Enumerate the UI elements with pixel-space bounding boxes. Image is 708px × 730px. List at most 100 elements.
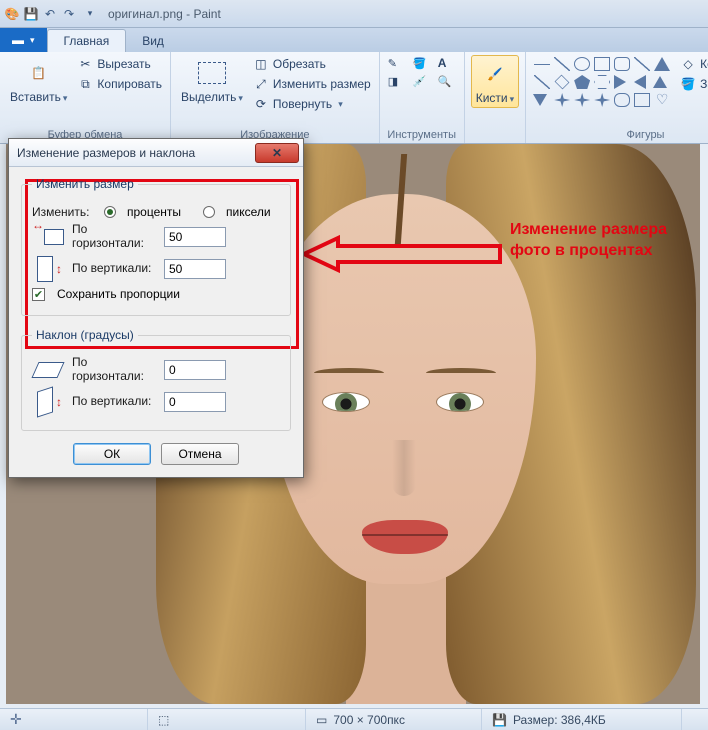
resize-v-input[interactable]: 50 [164,259,226,279]
eraser-tool[interactable]: ◨ [386,74,408,89]
window-title: оригинал.png - Paint [108,7,221,21]
group-label-shapes: Фигуры [532,128,708,142]
shape-rect[interactable] [594,57,610,71]
resize-legend: Изменить размер [32,177,138,191]
picker-tool[interactable]: 💉 [411,74,433,89]
file-tab[interactable]: ▬▾ [0,28,47,52]
dimensions-icon: ▭ [316,713,327,727]
resize-h-input[interactable]: 50 [164,227,226,247]
skew-v-icon: ↕ [32,388,64,416]
paste-icon: 📋 [23,57,55,89]
paste-button[interactable]: 📋 Вставить▾ [6,55,71,106]
shape-star4[interactable] [554,93,570,107]
cut-button[interactable]: ✂Вырезать [75,55,164,73]
dialog-close-button[interactable]: ✕ [255,143,299,163]
resize-icon: ⤢ [253,76,269,92]
qat-more-icon[interactable]: ▾ [82,6,98,22]
keep-ratio-checkbox[interactable]: ✔ [32,288,45,301]
select-button[interactable]: Выделить▾ [177,55,247,106]
shape-arrow-right[interactable] [614,75,626,89]
brushes-button[interactable]: 🖌️ Кисти▾ [471,55,519,108]
copy-button[interactable]: ⧉Копировать [75,75,164,93]
window-titlebar: 🎨 💾 ↶ ↷ ▾ оригинал.png - Paint [0,0,708,28]
group-tools: ✎ 🪣 A ◨ 💉 🔍 Инструменты [380,52,465,143]
resize-h-label: По горизонтали: [72,223,156,251]
text-tool[interactable]: A [436,55,458,71]
shape-callout-round[interactable] [614,93,630,107]
magnifier-tool[interactable]: 🔍 [436,74,458,89]
group-label-tools: Инструменты [386,128,458,142]
skew-h-icon [32,356,64,384]
group-clipboard: 📋 Вставить▾ ✂Вырезать ⧉Копировать Буфер … [0,52,171,143]
shape-polygon[interactable] [634,57,650,71]
shape-triangle[interactable] [654,57,670,71]
ok-button[interactable]: ОК [73,443,151,465]
copy-icon: ⧉ [77,76,93,92]
annotation-arrow [304,234,504,274]
shape-pentagon[interactable] [574,75,590,89]
shape-fill-button[interactable]: 🪣Заливка▾ [678,75,708,93]
annotation-text: Изменение размера фото в процентах [510,220,708,262]
save-icon[interactable]: 💾 [23,6,39,22]
crop-button[interactable]: ◫Обрезать [251,55,373,73]
group-brushes: 🖌️ Кисти▾ [465,52,526,143]
resize-v-icon: ↕ [32,255,64,283]
shape-star6[interactable] [594,93,610,107]
shape-oval[interactable] [574,57,590,71]
rotate-icon: ⟳ [253,96,269,112]
undo-icon[interactable]: ↶ [42,6,58,22]
status-cursor: ✛ [0,709,148,730]
group-image: Выделить▾ ◫Обрезать ⤢Изменить размер ⟳По… [171,52,380,143]
pencil-tool[interactable]: ✎ [386,55,408,71]
paint-app-icon: 🎨 [4,6,20,22]
tab-view[interactable]: Вид [126,30,180,52]
shape-callout-rect[interactable] [634,93,650,107]
skew-v-input[interactable]: 0 [164,392,226,412]
select-icon [196,57,228,89]
shape-arrow-down[interactable] [533,94,547,106]
shape-arrow-left[interactable] [634,75,646,89]
outline-icon: ◇ [680,56,696,72]
shape-diamond[interactable] [555,75,570,90]
resize-button[interactable]: ⤢Изменить размер [251,75,373,93]
shapes-gallery[interactable]: ♡ [532,55,674,111]
cursor-icon: ✛ [10,711,22,728]
skew-h-input[interactable]: 0 [164,360,226,380]
shape-outline-button[interactable]: ◇Контур▾ [678,55,708,73]
cancel-button[interactable]: Отмена [161,443,239,465]
shape-hexagon[interactable] [594,75,610,89]
status-filesize: 💾Размер: 386,4КБ [482,709,682,730]
dialog-title: Изменение размеров и наклона [17,146,195,160]
shape-arrow-up[interactable] [653,76,667,88]
dialog-titlebar[interactable]: Изменение размеров и наклона ✕ [9,139,303,167]
shape-star5[interactable] [574,93,590,107]
shape-line[interactable] [534,64,550,78]
resize-dialog: Изменение размеров и наклона ✕ Изменить … [8,138,304,478]
status-selection: ⬚ [148,709,306,730]
status-bar: ✛ ⬚ ▭700 × 700пкс 💾Размер: 386,4КБ [0,708,708,730]
radio-pixels[interactable] [203,206,215,218]
skew-fieldset: Наклон (градусы) По горизонтали: 0 ↕ По … [21,328,291,431]
shape-heart[interactable]: ♡ [654,93,670,107]
change-by-label: Изменить: [32,205,96,219]
resize-v-label: По вертикали: [72,262,156,276]
ribbon: 📋 Вставить▾ ✂Вырезать ⧉Копировать Буфер … [0,52,708,144]
radio-percent[interactable] [104,206,116,218]
ribbon-tabs: ▬▾ Главная Вид [0,28,708,52]
status-dimensions: ▭700 × 700пкс [306,709,482,730]
shape-curve[interactable] [554,57,570,71]
keep-ratio-label: Сохранить пропорции [57,287,180,301]
fill-icon: 🪣 [680,76,696,92]
rotate-button[interactable]: ⟳Повернуть▾ [251,95,373,113]
disk-icon: 💾 [492,713,507,727]
redo-icon[interactable]: ↷ [61,6,77,22]
resize-fieldset: Изменить размер Изменить: проценты пиксе… [21,177,291,316]
shape-roundrect[interactable] [614,57,630,71]
group-shapes: ♡ ◇Контур▾ 🪣Заливка▾ Фигуры [526,52,708,143]
skew-legend: Наклон (градусы) [32,328,138,342]
resize-h-icon: ↔ [32,223,64,251]
skew-h-label: По горизонтали: [72,356,156,384]
fill-tool[interactable]: 🪣 [411,55,433,71]
tab-home[interactable]: Главная [47,29,127,52]
selection-icon: ⬚ [158,713,169,727]
